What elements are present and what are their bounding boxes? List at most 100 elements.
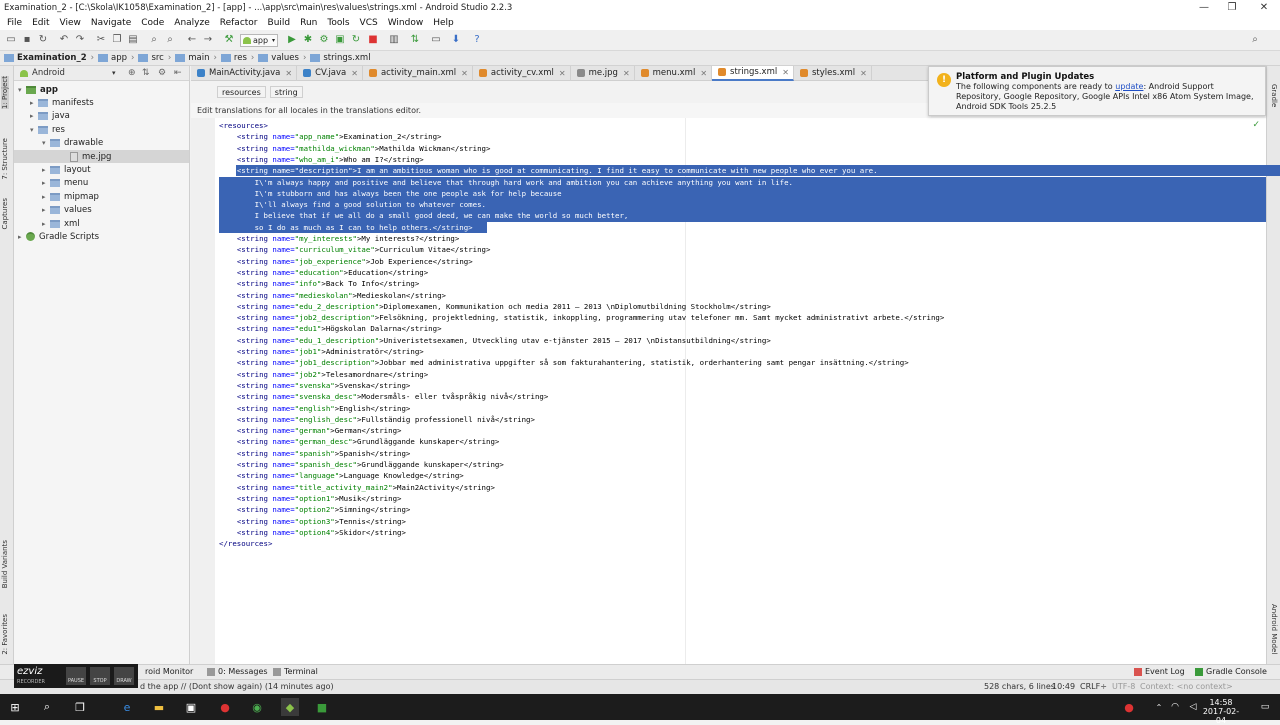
code-line[interactable]: <string name="job2_description">Felsökni… [219,312,945,323]
stop-icon[interactable]: ■ [367,34,379,46]
redo-icon[interactable]: ↷ [74,34,86,46]
code-line[interactable]: <string name="medieskolan">Medieskolan</… [219,290,446,301]
chevron-right-icon[interactable]: ▸ [42,220,50,228]
code-line[interactable]: <string name="curriculum_vitae">Curricul… [219,244,491,255]
breadcrumb-item[interactable]: src › [138,53,171,63]
close-tab-icon[interactable]: ✕ [351,69,358,78]
cut-icon[interactable]: ✂ [95,34,107,46]
tree-item-menu[interactable]: ▸ menu [14,177,189,190]
tab-mainactivity-java[interactable]: MainActivity.java ✕ [191,65,298,81]
chevron-down-icon[interactable]: ▾ [30,126,38,134]
menu-navigate[interactable]: Navigate [86,18,136,28]
tree-item-layout[interactable]: ▸ layout [14,163,189,176]
code-line[interactable]: <string name="option3">Tennis</string> [219,516,406,527]
code-line[interactable]: <string name="german">German</string> [219,425,402,436]
path-chip-resources[interactable]: resources [217,86,266,98]
breadcrumb-item[interactable]: main › [175,53,217,63]
code-line[interactable]: <string name="option1">Musik</string> [219,493,402,504]
chevron-right-icon[interactable]: ▸ [42,166,50,174]
tab-activity-main-xml[interactable]: activity_main.xml ✕ [363,65,473,81]
windows-start-icon[interactable]: ⊞ [6,698,24,716]
replace-icon[interactable]: ⌕ [164,34,176,46]
code-line[interactable]: <string name="english">English</string> [219,403,411,414]
tree-item-manifests[interactable]: ▸ manifests [14,96,189,109]
breadcrumb-item[interactable]: values › [258,53,306,63]
code-line[interactable]: <string name="svenska">Svenska</string> [219,380,411,391]
sdk-manager-icon[interactable]: ⬇ [450,34,462,46]
menu-refactor[interactable]: Refactor [215,18,263,28]
close-tab-icon[interactable]: ✕ [285,69,292,78]
code-line[interactable]: <string name="info">Back To Info</string… [219,278,419,289]
breadcrumb-item[interactable]: res › [220,53,254,63]
tree-item-res[interactable]: ▾ res [14,123,189,136]
gradle-console-tool-button[interactable]: Gradle Console [1195,667,1267,676]
code-line[interactable]: <string name="job1_description">Jobbar m… [219,357,909,368]
code-line[interactable]: <string name="mathilda_wickman">Mathilda… [219,143,491,154]
tree-item-app[interactable]: ▾ app [14,83,189,96]
chevron-down-icon[interactable]: ▾ [18,86,26,94]
search-everywhere-icon[interactable]: ⌕ [1249,34,1261,46]
code-line[interactable]: <string name="english_desc">Fullständig … [219,414,535,425]
code-line[interactable]: <string name="job_experience">Job Experi… [219,256,473,267]
code-line[interactable]: I believe that if we all do a small good… [219,210,629,221]
build-variants-tool-button[interactable]: Build Variants [1,540,9,588]
menu-run[interactable]: Run [295,18,322,28]
code-line[interactable]: <string name="description">I am an ambit… [219,165,878,176]
code-editor[interactable]: ✓ <resources> <string name="app_name">Ex… [191,118,1280,664]
tree-item-mipmap[interactable]: ▸ mipmap [14,190,189,203]
code-line[interactable]: <string name="job1">Administratör</strin… [219,346,424,357]
help-icon[interactable]: ? [471,34,483,46]
open-folder-icon[interactable]: ▭ [5,34,17,46]
tab-menu-xml[interactable]: menu.xml ✕ [635,65,713,81]
close-tab-icon[interactable]: ✕ [860,69,867,78]
recorder-app-icon[interactable]: ● [216,698,234,716]
code-line[interactable]: I\'m stubborn and has always been the on… [219,188,562,199]
back-icon[interactable]: ← [186,34,198,46]
paste-icon[interactable]: ▤ [127,34,139,46]
code-line[interactable]: <string name="language">Language Knowled… [219,470,464,481]
draw-button[interactable]: DRAW [114,667,134,685]
close-button[interactable]: ✕ [1248,0,1280,15]
caret-position[interactable]: 10:49 [1052,682,1075,691]
code-line[interactable]: <string name="app_name">Examination_2</s… [219,131,442,142]
tree-item-gradle-scripts[interactable]: ▸ Gradle Scripts [14,230,189,243]
tab-activity-cv-xml[interactable]: activity_cv.xml ✕ [473,65,571,81]
code-line[interactable]: I\'ll always find a good solution to wha… [219,199,486,210]
menu-view[interactable]: View [55,18,86,28]
menu-window[interactable]: Window [383,18,429,28]
breadcrumb-item[interactable]: app › [98,53,134,63]
code-line[interactable]: <string name="spanish">Spanish</string> [219,448,411,459]
code-line[interactable]: <string name="education">Education</stri… [219,267,428,278]
tab-styles-xml[interactable]: styles.xml ✕ [794,65,872,81]
project-tool-button[interactable]: 1: Project [1,76,9,109]
close-tab-icon[interactable]: ✕ [782,68,789,77]
tab-cv-java[interactable]: CV.java ✕ [297,65,363,81]
sync-panel-icon[interactable]: ⊕ [128,68,136,78]
app-icon[interactable]: ■ [313,698,331,716]
code-line[interactable]: </resources> [219,538,272,549]
collapse-icon[interactable]: ⇅ [142,68,150,78]
android-studio-icon[interactable]: ◆ [281,698,299,716]
breadcrumb-item[interactable]: strings.xml [310,53,371,63]
menu-help[interactable]: Help [428,18,459,28]
search-icon[interactable]: ⌕ [38,698,56,716]
run-config-select[interactable]: app ▾ [240,34,278,47]
chevron-right-icon[interactable]: ▸ [42,206,50,214]
code-line[interactable]: <string name="option4">Skidor</string> [219,527,406,538]
code-line[interactable]: <string name="option2">Simning</string> [219,504,411,515]
apply-changes-icon[interactable]: ↻ [350,34,362,46]
avd-manager-icon[interactable]: ▥ [388,34,400,46]
menu-build[interactable]: Build [263,18,296,28]
status-message[interactable]: d the app // (Dont show again) (14 minut… [140,682,334,691]
find-icon[interactable]: ⌕ [148,34,160,46]
attach-debugger-icon[interactable]: ⚙ [318,34,330,46]
debug-icon[interactable]: ✱ [302,34,314,46]
code-line[interactable]: <string name="edu_2_description">Diplome… [219,301,771,312]
make-project-icon[interactable]: ⚒ [223,34,235,46]
android-model-tool-button[interactable]: Android Model [1270,604,1278,654]
android-monitor-tool-button[interactable]: roid Monitor [145,667,193,676]
chrome-icon[interactable]: ◉ [248,698,266,716]
favorites-tool-button[interactable]: 2: Favorites [1,614,9,655]
close-tab-icon[interactable]: ✕ [559,69,566,78]
stop-button[interactable]: STOP [90,667,110,685]
